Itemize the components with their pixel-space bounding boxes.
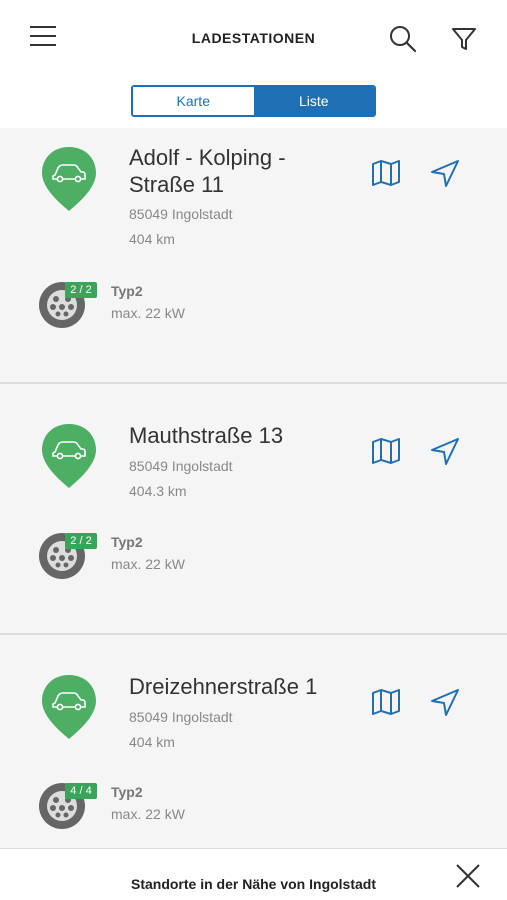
station-city: 85049 Ingolstadt xyxy=(129,709,233,725)
station-distance: 404 km xyxy=(129,231,175,247)
street-line-1: Dreizehnerstraße 1 xyxy=(129,674,318,699)
view-toggle: Karte Liste xyxy=(131,85,376,117)
connector-type: Typ2 xyxy=(111,283,143,299)
navigate-icon[interactable] xyxy=(430,688,460,716)
station-street: Mauthstraße 13 xyxy=(129,422,349,449)
car-pin-icon xyxy=(42,424,96,488)
tab-map[interactable]: Karte xyxy=(133,87,254,115)
station-street: Adolf - Kolping - Straße 11 xyxy=(129,144,349,198)
availability-badge: 2 / 2 xyxy=(65,533,97,549)
tab-list[interactable]: Liste xyxy=(253,87,374,115)
map-icon[interactable] xyxy=(371,160,401,186)
station-distance: 404 km xyxy=(129,734,175,750)
station-city: 85049 Ingolstadt xyxy=(129,206,233,222)
map-icon[interactable] xyxy=(371,689,401,715)
navigate-icon[interactable] xyxy=(430,437,460,465)
car-pin-icon xyxy=(42,147,96,211)
footer-location-text: Standorte in der Nähe von Ingolstadt xyxy=(130,876,377,892)
filter-icon[interactable] xyxy=(450,24,478,54)
street-line-2: Straße 11 xyxy=(129,172,224,197)
station-card[interactable]: Adolf - Kolping - Straße 11 85049 Ingols… xyxy=(0,128,507,382)
connector-power: max. 22 kW xyxy=(111,305,185,321)
page-title: LADESTATIONEN xyxy=(191,30,316,46)
close-icon[interactable] xyxy=(455,863,481,889)
search-icon[interactable] xyxy=(388,24,418,54)
station-distance: 404.3 km xyxy=(129,483,187,499)
station-card[interactable]: Mauthstraße 13 85049 Ingolstadt 404.3 km… xyxy=(0,384,507,633)
navigate-icon[interactable] xyxy=(430,159,460,187)
station-street: Dreizehnerstraße 1 xyxy=(129,673,349,700)
station-card[interactable]: Dreizehnerstraße 1 85049 Ingolstadt 404 … xyxy=(0,635,507,848)
connector-type: Typ2 xyxy=(111,534,143,550)
map-icon[interactable] xyxy=(371,438,401,464)
connector-type: Typ2 xyxy=(111,784,143,800)
street-line-1: Mauthstraße 13 xyxy=(129,423,284,448)
connector-power: max. 22 kW xyxy=(111,556,185,572)
availability-badge: 2 / 2 xyxy=(65,282,97,298)
connector-power: max. 22 kW xyxy=(111,806,185,822)
car-pin-icon xyxy=(42,675,96,739)
availability-badge: 4 / 4 xyxy=(65,783,97,799)
station-city: 85049 Ingolstadt xyxy=(129,458,233,474)
location-footer: Standorte in der Nähe von Ingolstadt xyxy=(0,848,507,900)
street-line-1: Adolf - Kolping - xyxy=(129,145,286,170)
app-header: LADESTATIONEN Karte Liste xyxy=(0,0,507,128)
